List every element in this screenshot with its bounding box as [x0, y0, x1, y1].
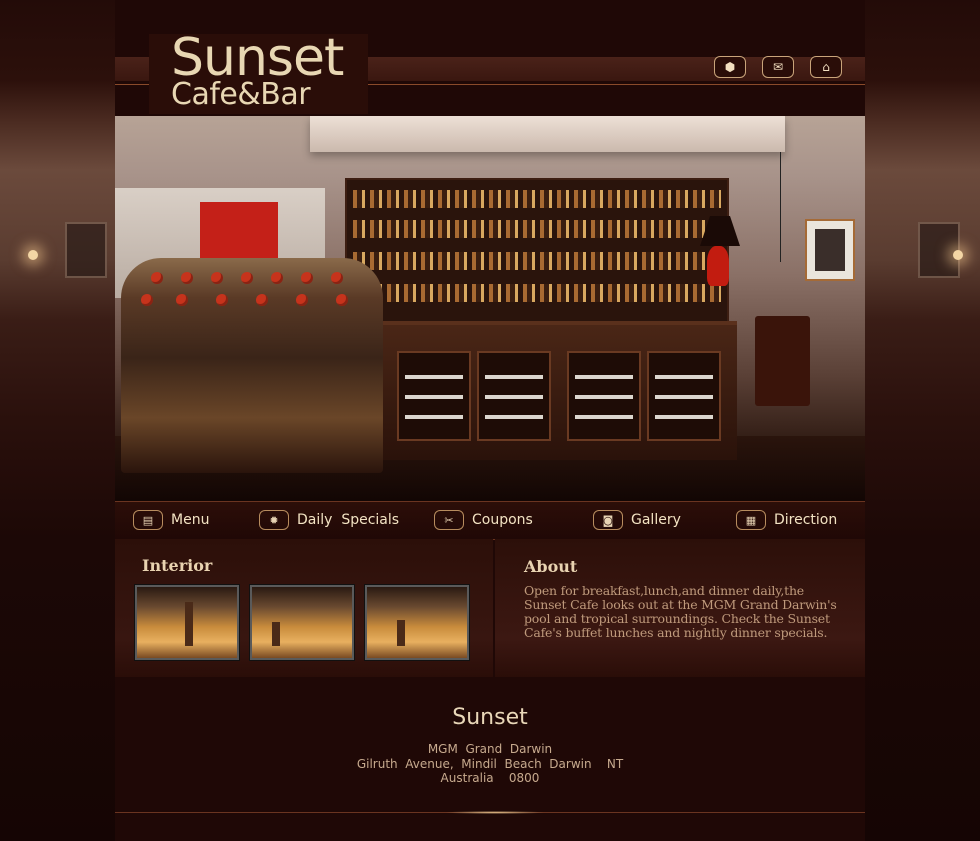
- photo-ceiling: [310, 116, 785, 152]
- site-logo[interactable]: Sunset Cafe&Bar: [149, 32, 368, 114]
- main-column: Sunset Cafe&Bar ⬢ ✉ ⌂ ▤ Menu ✹ Daily Spe…: [115, 0, 865, 841]
- nav-item-label: Direction: [774, 512, 838, 528]
- photo-liquor-shelf: [345, 178, 729, 332]
- photo-pendant: [780, 152, 781, 262]
- home-icon[interactable]: ⌂: [810, 56, 842, 78]
- nav-item-label: Gallery: [631, 512, 681, 528]
- interior-thumbnail[interactable]: [365, 585, 469, 660]
- nav-item-label: Menu: [171, 512, 210, 528]
- left-backdrop: [0, 0, 115, 841]
- footer-line: MGM Grand Darwin: [427, 742, 553, 756]
- backdrop-picture: [918, 222, 960, 278]
- photo-display-case: [121, 258, 383, 473]
- footer-title: Sunset: [452, 705, 528, 730]
- nav-item-daily-specials[interactable]: ✹ Daily Specials: [259, 509, 399, 531]
- backdrop-lamp: [953, 250, 963, 260]
- interior-thumbnail[interactable]: [250, 585, 354, 660]
- sun-icon: ✹: [259, 510, 289, 530]
- hero-bar-photo: [115, 116, 865, 501]
- nav-item-label: Daily Specials: [297, 512, 400, 528]
- menu-icon: ▤: [133, 510, 163, 530]
- interior-heading: Interior: [142, 556, 213, 575]
- nav-item-gallery[interactable]: ◙ Gallery: [593, 509, 681, 531]
- backdrop-picture: [65, 222, 107, 278]
- camera-icon: ◙: [593, 510, 623, 530]
- logo-subtitle: Cafe&Bar: [171, 77, 311, 112]
- right-backdrop: [865, 0, 980, 841]
- mail-icon[interactable]: ✉: [762, 56, 794, 78]
- interior-panel: Interior: [115, 539, 493, 677]
- map-icon: ▦: [736, 510, 766, 530]
- about-heading: About: [524, 557, 578, 576]
- scissors-icon: ✂: [434, 510, 464, 530]
- about-text: Open for breakfast,lunch,and dinner dail…: [524, 583, 837, 640]
- nav-item-menu[interactable]: ▤ Menu: [133, 509, 209, 531]
- cube-icon[interactable]: ⬢: [714, 56, 746, 78]
- photo-frame: [805, 219, 855, 281]
- photo-vase: [707, 246, 729, 286]
- footer-address: Sunset MGM Grand Darwin Gilruth Avenue, …: [115, 690, 865, 786]
- about-panel: About Open for breakfast,lunch,and dinne…: [495, 539, 865, 677]
- photo-bar-counter: [377, 321, 737, 460]
- interior-thumbnail[interactable]: [135, 585, 239, 660]
- footer-line: Australia 0800: [440, 771, 540, 785]
- backdrop-lamp: [28, 250, 38, 260]
- nav-item-direction[interactable]: ▦ Direction: [736, 509, 837, 531]
- footer-line: Gilruth Avenue, Mindil Beach Darwin NT: [356, 756, 624, 771]
- photo-chair: [755, 316, 810, 406]
- nav-item-coupons[interactable]: ✂ Coupons: [434, 509, 533, 531]
- main-navigation: ▤ Menu ✹ Daily Specials ✂ Coupons ◙ Gall…: [115, 501, 865, 540]
- nav-item-label: Coupons: [472, 512, 533, 528]
- footer-glow: [445, 811, 545, 814]
